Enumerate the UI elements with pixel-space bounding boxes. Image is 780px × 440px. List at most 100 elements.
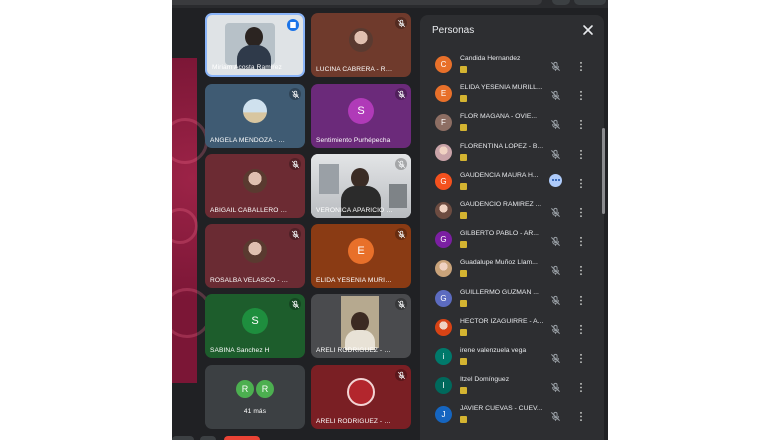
participant-tile[interactable]: S Sentimiento Purhépecha bbox=[311, 84, 411, 148]
participant-name: GAUDENCIA MAURA H... bbox=[460, 171, 539, 179]
mic-off-icon[interactable] bbox=[550, 263, 561, 276]
more-options-icon[interactable] bbox=[578, 176, 584, 188]
avatar bbox=[435, 318, 452, 336]
leave-call-button[interactable] bbox=[224, 436, 260, 440]
participant-row[interactable]: J JAVIER CUEVAS - CUEV... bbox=[420, 401, 604, 430]
mic-off-icon bbox=[289, 228, 301, 240]
more-options-icon[interactable] bbox=[578, 322, 584, 334]
panel-scrollbar[interactable] bbox=[602, 128, 605, 214]
participant-name: GUILLERMO GUZMAN ... bbox=[460, 288, 539, 296]
participant-tile[interactable]: ARELI RODRIGUEZ - REYES bbox=[311, 294, 411, 358]
participant-row[interactable]: F FLOR MAGAÑA - OVIE... bbox=[420, 109, 604, 138]
avatar: S bbox=[242, 307, 268, 334]
participant-tile[interactable]: E ELIDA YESENIA MURILLO -... bbox=[311, 224, 411, 288]
more-options-icon[interactable] bbox=[578, 293, 584, 305]
mic-off-icon[interactable] bbox=[550, 409, 561, 422]
participant-tile[interactable]: ABIGAIL CABALLERO - RA... bbox=[205, 154, 305, 218]
role-badge-icon bbox=[460, 241, 467, 249]
participant-name: Guadalupe Muñoz Llam... bbox=[460, 259, 538, 267]
participant-name: ARELI RODRIGUEZ - REYES bbox=[316, 347, 395, 354]
mic-off-icon bbox=[289, 88, 301, 100]
participant-name: LUCINA CABRERA - ROJAS bbox=[316, 66, 395, 73]
mic-off-icon bbox=[395, 158, 407, 170]
participant-tile[interactable]: ANGELA MENDOZA - PER... bbox=[205, 84, 305, 148]
mic-off-icon[interactable] bbox=[550, 293, 561, 305]
avatar: E bbox=[348, 237, 374, 264]
more-options-icon[interactable] bbox=[578, 380, 584, 393]
avatar: G bbox=[435, 172, 452, 190]
participant-row[interactable]: G GAUDENCIA MAURA H... bbox=[420, 168, 604, 197]
participant-name: ABIGAIL CABALLERO - RA... bbox=[210, 207, 289, 214]
avatar bbox=[435, 260, 452, 278]
participant-name: ARELI RODRIGUEZ - REYES bbox=[316, 418, 395, 425]
role-badge-icon bbox=[460, 358, 467, 365]
letterbox-right bbox=[608, 0, 780, 440]
role-badge-icon bbox=[460, 416, 467, 424]
participant-tile[interactable]: ROSALBA VELASCO - LOP... bbox=[205, 224, 305, 288]
avatar: C bbox=[435, 56, 452, 73]
participant-row[interactable]: G GILBERTO PABLO - AR... bbox=[420, 226, 604, 255]
mic-off-icon bbox=[395, 88, 407, 100]
mic-off-icon[interactable] bbox=[550, 380, 561, 393]
more-options-icon[interactable] bbox=[578, 409, 584, 422]
mic-off-icon[interactable] bbox=[550, 322, 561, 334]
mic-off-icon[interactable] bbox=[550, 234, 561, 247]
participant-row[interactable]: G GUILLERMO GUZMAN ... bbox=[420, 285, 604, 314]
mic-off-icon[interactable] bbox=[550, 117, 561, 130]
camera-feed bbox=[341, 296, 379, 350]
participant-name: GILBERTO PABLO - AR... bbox=[460, 230, 539, 238]
toolbar-button[interactable] bbox=[172, 436, 194, 440]
participant-tile[interactable]: VERONICA APARICIO - MI... bbox=[311, 154, 411, 218]
role-badge-icon bbox=[460, 182, 467, 190]
top-control-button[interactable] bbox=[552, 0, 570, 5]
avatar bbox=[243, 238, 267, 263]
toolbar-button[interactable] bbox=[200, 436, 216, 440]
participant-tile[interactable]: Miriam Acosta Ramirez bbox=[205, 13, 305, 77]
participant-tile[interactable]: LUCINA CABRERA - ROJAS bbox=[311, 13, 411, 77]
more-options-icon[interactable] bbox=[578, 351, 584, 364]
avatar bbox=[349, 27, 373, 52]
participant-row[interactable]: C Candida Hernandez bbox=[420, 51, 604, 80]
mic-off-icon bbox=[395, 17, 407, 29]
participant-row[interactable]: GAUDENCIO RAMIREZ ... bbox=[420, 197, 604, 226]
mic-off-icon[interactable] bbox=[550, 59, 561, 71]
role-badge-icon bbox=[460, 328, 467, 336]
participant-tile[interactable]: R R 41 más bbox=[205, 365, 305, 429]
participant-row[interactable]: FLORENTINA LOPEZ - B... bbox=[420, 139, 604, 168]
panel-title: Personas bbox=[432, 25, 475, 36]
role-badge-icon bbox=[460, 299, 467, 307]
close-icon[interactable] bbox=[582, 24, 594, 36]
more-options-icon[interactable] bbox=[578, 117, 584, 130]
mic-off-icon bbox=[289, 298, 301, 310]
role-badge-icon bbox=[460, 212, 467, 219]
participant-tile[interactable]: S SABINA Sanchez H bbox=[205, 294, 305, 358]
avatar: F bbox=[435, 114, 452, 132]
more-options-icon[interactable] bbox=[578, 59, 584, 72]
participant-row[interactable]: I Itzel Domínguez bbox=[420, 372, 604, 401]
more-options-icon[interactable] bbox=[578, 234, 584, 247]
avatar: G bbox=[435, 289, 452, 307]
mic-off-icon[interactable] bbox=[550, 351, 561, 363]
mic-off-icon[interactable] bbox=[550, 205, 561, 217]
participant-name: GAUDENCIO RAMIREZ ... bbox=[460, 201, 542, 208]
participant-name: Itzel Domínguez bbox=[460, 376, 510, 384]
participant-name: FLOR MAGAÑA - OVIE... bbox=[460, 113, 538, 121]
avatar: S bbox=[348, 97, 374, 124]
more-options-icon[interactable] bbox=[578, 147, 584, 159]
more-options-icon[interactable] bbox=[578, 205, 584, 218]
top-control-button[interactable] bbox=[574, 0, 606, 5]
mic-off-icon bbox=[395, 228, 407, 240]
participant-name: SABINA Sanchez H bbox=[210, 347, 270, 354]
role-badge-icon bbox=[460, 95, 467, 103]
participant-row[interactable]: E ELIDA YESENIA MURILL... bbox=[420, 80, 604, 109]
participant-tile[interactable]: ARELI RODRIGUEZ - REYES bbox=[311, 365, 411, 429]
participant-name: HECTOR IZAGUIRRE - A... bbox=[460, 317, 544, 325]
mic-off-icon[interactable] bbox=[550, 88, 561, 101]
participant-row[interactable]: i irene valenzuela vega bbox=[420, 343, 604, 372]
participant-row[interactable]: HECTOR IZAGUIRRE - A... bbox=[420, 314, 604, 343]
more-options-icon[interactable] bbox=[578, 263, 584, 276]
presentation-preview[interactable] bbox=[172, 58, 212, 383]
mic-off-icon[interactable] bbox=[550, 147, 561, 159]
more-options-icon[interactable] bbox=[578, 88, 584, 101]
participant-row[interactable]: Guadalupe Muñoz Llam... bbox=[420, 255, 604, 284]
